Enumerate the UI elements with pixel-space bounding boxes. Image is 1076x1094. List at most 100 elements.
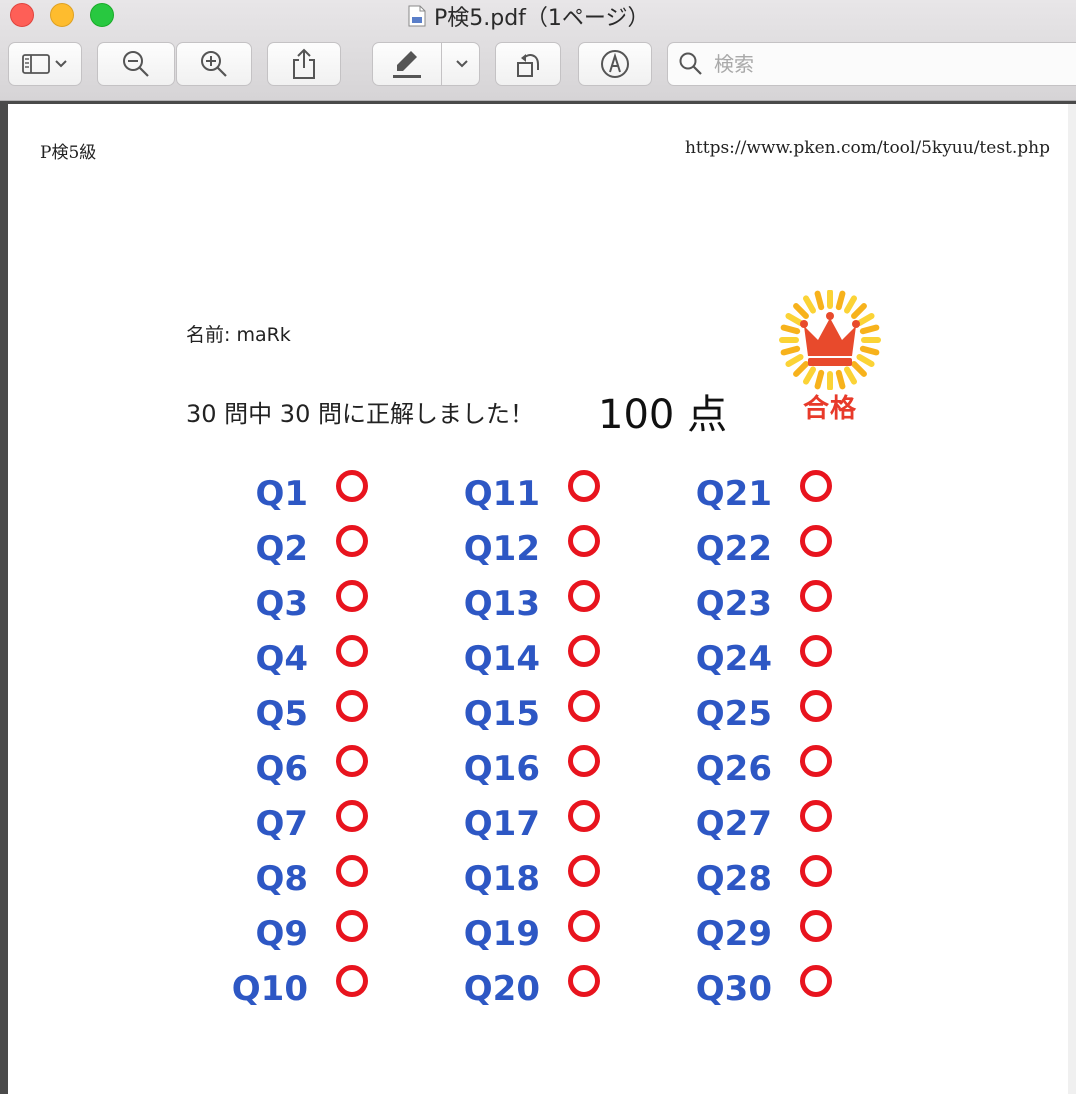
zoom-in-button[interactable]	[176, 42, 252, 86]
correct-mark-icon	[800, 690, 832, 722]
question-label: Q6	[255, 749, 308, 789]
correct-mark-icon	[568, 580, 600, 612]
window-title: P検5.pdf（1ページ）	[408, 1, 650, 31]
question-label: Q1	[255, 474, 308, 514]
question-label: Q8	[255, 859, 308, 899]
share-button[interactable]	[267, 42, 341, 86]
correct-mark-icon	[568, 910, 600, 942]
question-result-item: Q21	[632, 470, 832, 518]
question-label: Q3	[255, 584, 308, 624]
correct-mark-icon	[568, 690, 600, 722]
pass-label: 合格	[802, 394, 857, 424]
question-label: Q20	[463, 969, 540, 1009]
correct-mark-icon	[336, 855, 368, 887]
correct-mark-icon	[568, 635, 600, 667]
question-label: Q18	[463, 859, 540, 899]
correct-mark-icon	[336, 910, 368, 942]
minimize-window-button[interactable]	[50, 3, 74, 27]
question-result-item: Q26	[632, 745, 832, 793]
sidebar-toggle-button[interactable]	[8, 42, 82, 86]
window-titlebar: P検5.pdf（1ページ）	[0, 0, 1076, 101]
chevron-down-icon	[455, 60, 468, 68]
correct-mark-icon	[800, 580, 832, 612]
question-result-item: Q28	[632, 855, 832, 903]
question-result-item: Q4	[168, 635, 368, 683]
correct-mark-icon	[336, 635, 368, 667]
question-label: Q15	[463, 694, 540, 734]
window-title-text: P検5.pdf（1ページ）	[434, 6, 650, 31]
search-field[interactable]	[667, 42, 1076, 86]
correct-mark-icon	[568, 800, 600, 832]
question-result-item: Q16	[400, 745, 600, 793]
question-label: Q12	[463, 529, 540, 569]
pdf-page: P検5級 https://www.pken.com/tool/5kyuu/tes…	[8, 104, 1068, 1094]
correct-mark-icon	[800, 855, 832, 887]
question-label: Q14	[463, 639, 540, 679]
markup-icon	[601, 50, 629, 78]
rotate-icon	[517, 54, 539, 77]
correct-mark-icon	[336, 470, 368, 502]
search-input[interactable]	[712, 51, 1056, 77]
rotate-button[interactable]	[495, 42, 561, 86]
question-result-item: Q12	[400, 525, 600, 573]
correct-mark-icon	[800, 745, 832, 777]
question-label: Q5	[255, 694, 308, 734]
question-result-item: Q22	[632, 525, 832, 573]
pass-badge: 合格	[778, 290, 882, 424]
question-result-item: Q3	[168, 580, 368, 628]
page-header-left: P検5級	[40, 143, 97, 163]
score-points: 100 点	[598, 392, 728, 438]
correct-mark-icon	[568, 855, 600, 887]
highlight-button[interactable]	[372, 42, 480, 86]
question-result-item: Q9	[168, 910, 368, 958]
question-result-item: Q7	[168, 800, 368, 848]
correct-mark-icon	[336, 525, 368, 557]
question-result-item: Q19	[400, 910, 600, 958]
question-result-item: Q24	[632, 635, 832, 683]
score-summary: 30 問中 30 問に正解しました！	[186, 400, 534, 428]
question-label: Q23	[695, 584, 772, 624]
zoom-out-button[interactable]	[97, 42, 175, 86]
correct-mark-icon	[568, 965, 600, 997]
question-label: Q4	[255, 639, 308, 679]
question-result-item: Q6	[168, 745, 368, 793]
chevron-down-icon	[55, 60, 67, 68]
question-result-item: Q8	[168, 855, 368, 903]
question-label: Q9	[255, 914, 308, 954]
question-results-grid: Q1 Q2 Q3 Q4 Q5 Q6 Q7 Q8 Q9 Q10 Q11 Q12 Q13 Q14 Q15 Q16 Q…	[8, 470, 1068, 1030]
question-result-item: Q18	[400, 855, 600, 903]
question-label: Q29	[695, 914, 772, 954]
crown-icon	[779, 290, 881, 390]
question-label: Q27	[695, 804, 772, 844]
question-label: Q13	[463, 584, 540, 624]
maximize-window-button[interactable]	[90, 3, 114, 27]
question-label: Q25	[695, 694, 772, 734]
search-icon	[679, 52, 702, 75]
close-window-button[interactable]	[10, 3, 34, 27]
zoom-in-icon	[201, 51, 227, 77]
question-result-item: Q5	[168, 690, 368, 738]
correct-mark-icon	[800, 800, 832, 832]
window-edge	[1068, 104, 1076, 1094]
question-result-item: Q27	[632, 800, 832, 848]
correct-mark-icon	[800, 910, 832, 942]
highlight-options-button[interactable]	[442, 43, 481, 85]
correct-mark-icon	[336, 965, 368, 997]
question-result-item: Q30	[632, 965, 832, 1013]
correct-mark-icon	[336, 690, 368, 722]
question-label: Q11	[463, 474, 540, 514]
question-result-item: Q17	[400, 800, 600, 848]
correct-mark-icon	[800, 635, 832, 667]
pdf-document-icon	[408, 5, 426, 27]
correct-mark-icon	[336, 745, 368, 777]
question-label: Q21	[695, 474, 772, 514]
correct-mark-icon	[336, 580, 368, 612]
student-name: 名前: maRk	[186, 324, 291, 346]
markup-button[interactable]	[578, 42, 652, 86]
correct-mark-icon	[336, 800, 368, 832]
question-label: Q7	[255, 804, 308, 844]
page-header-url: https://www.pken.com/tool/5kyuu/test.php	[684, 138, 1050, 158]
highlighter-icon	[393, 51, 421, 78]
question-result-item: Q25	[632, 690, 832, 738]
question-result-item: Q2	[168, 525, 368, 573]
